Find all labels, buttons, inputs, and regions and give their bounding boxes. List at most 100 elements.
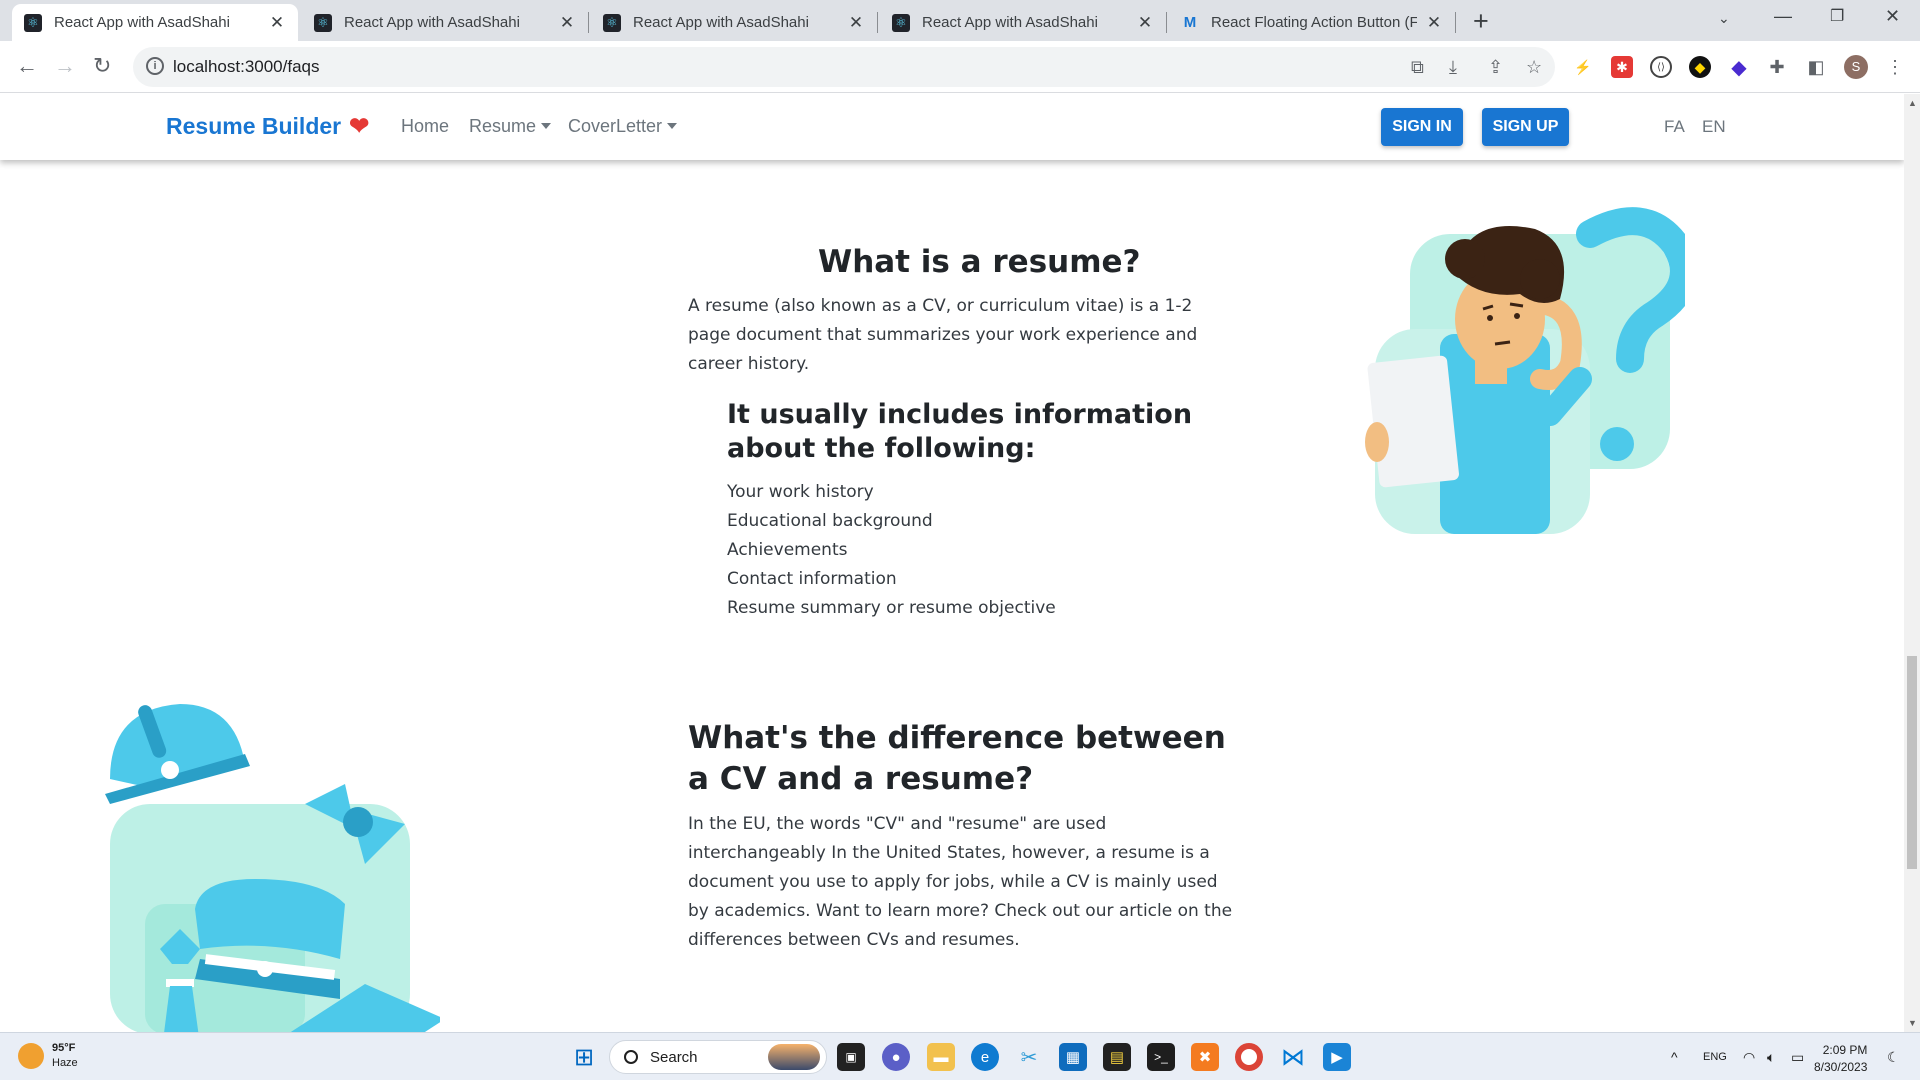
lang-fa[interactable]: FA (1664, 117, 1685, 137)
volume-icon[interactable]: 🔈︎ (1767, 1049, 1775, 1066)
forward-icon[interactable]: → (54, 53, 76, 79)
close-icon[interactable]: ✕ (268, 13, 286, 33)
scroll-down-icon[interactable]: ▼ (1908, 1018, 1917, 1028)
new-tab-button[interactable]: + (1473, 6, 1489, 37)
react-icon: ⚛ (24, 13, 42, 32)
list-item: Resume summary or resume objective (727, 598, 1056, 618)
brand-link[interactable]: Resume Builder ❤ (166, 112, 369, 141)
nav-home-label: Home (401, 116, 450, 136)
extension-black-icon[interactable]: ◆ (1689, 56, 1711, 78)
snipping-tool-icon[interactable]: ✂ (1015, 1043, 1043, 1071)
close-icon[interactable]: ✕ (1136, 13, 1154, 33)
tab-search-icon[interactable]: ⌄ (1718, 10, 1730, 27)
chrome-icon[interactable] (1235, 1043, 1263, 1071)
bookmark-star-icon[interactable]: ☆ (1526, 57, 1542, 78)
window-close-icon[interactable]: ✕ (1885, 6, 1900, 27)
microsoft-store-icon[interactable]: ▦ (1059, 1043, 1087, 1071)
battery-icon[interactable]: ▭ (1791, 1049, 1804, 1066)
sign-in-button[interactable]: SIGN IN (1381, 108, 1463, 146)
file-explorer-icon[interactable]: ▬ (927, 1043, 955, 1071)
weather-temp: 95°F (52, 1042, 76, 1054)
browser-tab[interactable]: M React Floating Action Button (FA ✕ (1169, 4, 1455, 41)
back-icon[interactable]: ← (16, 53, 38, 79)
remote-desktop-icon[interactable]: ▶ (1323, 1043, 1351, 1071)
browser-tab[interactable]: ⚛ React App with AsadShahi ✕ (302, 4, 588, 41)
tab-title: React App with AsadShahi (54, 14, 230, 31)
search-icon (624, 1050, 638, 1064)
terminal-icon[interactable]: >_ (1147, 1043, 1175, 1071)
xampp-icon[interactable]: ✖ (1191, 1043, 1219, 1071)
menu-kebab-icon[interactable]: ⋮ (1884, 56, 1906, 78)
search-placeholder: Search (650, 1048, 698, 1066)
sticky-notes-icon[interactable]: ▤ (1103, 1043, 1131, 1071)
page-scrollbar[interactable]: ▲ ▼ (1904, 94, 1920, 1032)
browser-tab[interactable]: ⚛ React App with AsadShahi ✕ (12, 4, 298, 41)
task-view-icon[interactable]: ▣ (837, 1043, 865, 1071)
list-item: Contact information (727, 569, 897, 589)
nav-resume-dropdown[interactable]: Resume (469, 116, 552, 137)
edge-icon[interactable]: e (971, 1043, 999, 1071)
extension-code-icon[interactable]: ⟨⟩ (1650, 56, 1672, 78)
brand-name: Resume Builder (166, 113, 342, 139)
search-highlight-icon (768, 1044, 820, 1070)
weather-widget[interactable]: 95°F Haze (18, 1041, 78, 1071)
browser-tab[interactable]: ⚛ React App with AsadShahi ✕ (880, 4, 1166, 41)
profile-avatar[interactable]: S (1844, 55, 1868, 79)
lang-en[interactable]: EN (1702, 117, 1726, 137)
extension-purple-icon[interactable]: ◆ (1728, 56, 1750, 79)
scrollbar-thumb[interactable] (1907, 656, 1917, 869)
minimize-icon[interactable]: — (1774, 6, 1792, 27)
vscode-icon[interactable]: ⋈ (1279, 1043, 1307, 1071)
hats-and-tie-illustration (105, 704, 440, 1032)
react-icon: ⚛ (314, 13, 332, 32)
faq-heading: What's the difference between a CV and a… (688, 720, 1226, 797)
faq-heading: What is a resume? (818, 244, 1141, 280)
faq-content: What is a resume? A resume (also known a… (0, 94, 1904, 1032)
clock-date: 8/30/2023 (1814, 1060, 1868, 1074)
extensions-puzzle-icon[interactable]: ✚ (1766, 56, 1788, 78)
url-text[interactable]: localhost:3000/faqs (173, 57, 320, 77)
address-bar[interactable]: i localhost:3000/faqs ⧉ ⤓ ⇪ ☆ (133, 47, 1555, 87)
sign-up-button[interactable]: SIGN UP (1482, 108, 1569, 146)
faq-list: Your work history Educational background… (727, 478, 1056, 623)
wifi-icon[interactable]: ◠ (1743, 1049, 1755, 1066)
show-hidden-icons[interactable]: ^ (1671, 1049, 1678, 1065)
taskbar-search[interactable]: Search (609, 1040, 827, 1074)
tab-separator (1166, 12, 1167, 33)
notifications-icon[interactable]: ☾ (1887, 1049, 1900, 1066)
share-icon[interactable]: ⇪ (1488, 57, 1503, 78)
install-icon[interactable]: ⤓ (1449, 57, 1457, 78)
close-icon[interactable]: ✕ (1425, 13, 1443, 33)
language-indicator[interactable]: ENG (1703, 1051, 1727, 1063)
close-icon[interactable]: ✕ (558, 13, 576, 33)
nav-coverletter-label: CoverLetter (568, 116, 663, 136)
chat-icon[interactable]: ● (882, 1043, 910, 1071)
extension-lightning-icon[interactable]: ⚡ (1572, 56, 1594, 78)
react-icon: ⚛ (892, 13, 910, 32)
list-item: Your work history (727, 482, 874, 502)
extension-red-icon[interactable]: ✱ (1611, 56, 1633, 78)
nav-coverletter-dropdown[interactable]: CoverLetter (568, 116, 678, 137)
browser-toolbar: ← → ↻ i localhost:3000/faqs ⧉ ⤓ ⇪ ☆ ⚡ ✱ … (0, 41, 1920, 93)
scroll-up-icon[interactable]: ▲ (1908, 98, 1917, 108)
caret-down-icon (541, 123, 552, 129)
mui-icon: M (1183, 14, 1197, 31)
taskbar-clock[interactable]: 2:09 PM 8/30/2023 (1814, 1042, 1867, 1076)
side-panel-icon[interactable]: ◧ (1805, 56, 1827, 78)
site-info-icon[interactable]: i (146, 57, 164, 75)
tab-separator (588, 12, 589, 33)
close-icon[interactable]: ✕ (847, 13, 865, 33)
heart-icon: ❤ (349, 113, 370, 140)
browser-tab[interactable]: ⚛ React App with AsadShahi ✕ (591, 4, 877, 41)
react-icon: ⚛ (603, 13, 621, 32)
nav-home[interactable]: Home (401, 116, 449, 137)
app-navbar: Resume Builder ❤ Home Resume CoverLetter… (0, 94, 1904, 160)
clock-time: 2:09 PM (1822, 1043, 1868, 1057)
open-in-app-icon[interactable]: ⧉ (1411, 57, 1424, 78)
caret-down-icon (667, 123, 678, 129)
reload-icon[interactable]: ↻ (93, 53, 111, 79)
windows-start-icon[interactable]: ⊞ (570, 1043, 598, 1071)
tab-separator (1455, 12, 1456, 33)
faq-body: A resume (also known as a CV, or curricu… (688, 296, 1198, 374)
restore-icon[interactable]: ❐ (1830, 6, 1844, 26)
